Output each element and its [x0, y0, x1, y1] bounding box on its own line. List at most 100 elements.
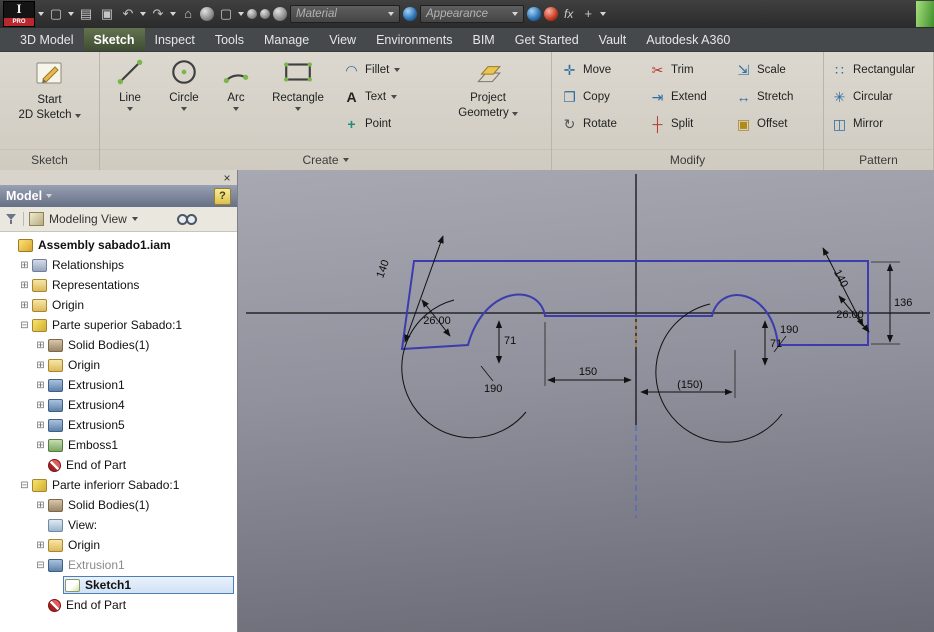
browser-title-caret[interactable] [46, 194, 53, 198]
start-2d-sketch-button[interactable]: Start 2D Sketch [14, 52, 84, 149]
tree-item-origin-3[interactable]: ⊞ Origin [0, 535, 237, 555]
tab-sketch[interactable]: Sketch [83, 28, 145, 51]
tree-item-end-of-part-1[interactable]: End of Part [0, 455, 237, 475]
tab-get-started[interactable]: Get Started [505, 28, 589, 51]
fillet-button[interactable]: ◠ Fillet [336, 56, 446, 83]
appearance-browser-orb[interactable] [527, 7, 541, 21]
copy-button[interactable]: ❐ Copy [554, 83, 642, 110]
browser-close-button[interactable]: × [221, 172, 233, 184]
panel-label-modify[interactable]: Modify [552, 149, 823, 170]
selected-item-highlight[interactable]: Sketch1 [63, 576, 234, 594]
render-style-button[interactable] [200, 7, 214, 21]
tree-item-relationships[interactable]: ⊞ Relationships [0, 255, 237, 275]
rotate-button[interactable]: ↻ Rotate [554, 110, 642, 137]
link-tool-icon[interactable] [247, 9, 257, 19]
offset-button[interactable]: ▣ Offset [728, 110, 822, 137]
expand-toggle[interactable]: ⊞ [34, 540, 47, 551]
redo-caret[interactable] [170, 12, 176, 16]
undo-caret[interactable] [140, 12, 146, 16]
tree-item-parte-inferiorr[interactable]: ⊟ Parte inferiorr Sabado:1 [0, 475, 237, 495]
expand-toggle[interactable]: ⊟ [34, 560, 47, 571]
tree-item-view[interactable]: View: [0, 515, 237, 535]
tab-3d-model[interactable]: 3D Model [10, 28, 84, 51]
stretch-button[interactable]: ↔ Stretch [728, 83, 822, 110]
redo-button[interactable]: ↷ [149, 4, 167, 24]
tree-item-extrusion1-upper[interactable]: ⊞ Extrusion1 [0, 375, 237, 395]
fillet-dropdown-caret[interactable] [394, 67, 401, 72]
modeling-view-caret[interactable] [131, 217, 138, 221]
tree-item-representations[interactable]: ⊞ Representations [0, 275, 237, 295]
tree-item-origin-1[interactable]: ⊞ Origin [0, 295, 237, 315]
modeling-view-label[interactable]: Modeling View [49, 212, 127, 226]
arc-dropdown-caret[interactable] [233, 107, 239, 111]
text-button[interactable]: A Text [336, 83, 446, 110]
panel-create-caret[interactable] [342, 158, 349, 162]
dim-150[interactable]: 150 [544, 322, 632, 386]
material-combobox-caret[interactable] [388, 12, 394, 16]
point-button[interactable]: + Point [336, 110, 446, 137]
tab-environments[interactable]: Environments [366, 28, 462, 51]
undo-button[interactable]: ↶ [119, 4, 137, 24]
dim-190-left[interactable]: 190 [480, 365, 502, 395]
appearance-combobox[interactable]: Appearance [420, 5, 524, 23]
joint-tool-icon[interactable] [260, 9, 270, 19]
rectangle-button[interactable]: Rectangle [260, 52, 336, 149]
expand-toggle[interactable]: ⊞ [18, 260, 31, 271]
inventor-logo[interactable]: I PRO [3, 1, 35, 27]
arc-button[interactable]: Arc [212, 52, 260, 149]
move-button[interactable]: ✛ Move [554, 56, 642, 83]
extend-button[interactable]: ⇥ Extend [642, 83, 728, 110]
scale-button[interactable]: ⇲ Scale [728, 56, 822, 83]
search-binoculars-icon[interactable] [176, 213, 197, 225]
tab-bim[interactable]: BIM [463, 28, 505, 51]
tab-manage[interactable]: Manage [254, 28, 319, 51]
quick-access-add-button[interactable]: + [579, 4, 597, 24]
panel-label-sketch[interactable]: Sketch [0, 149, 99, 170]
expand-toggle[interactable]: ⊞ [34, 420, 47, 431]
dim-26-left[interactable]: 26.00 [421, 299, 451, 337]
open-button[interactable]: ▤ [77, 4, 95, 24]
expand-toggle[interactable]: ⊞ [34, 500, 47, 511]
dimension-arc-left[interactable] [401, 299, 527, 439]
trim-button[interactable]: ✂ Trim [642, 56, 728, 83]
tree-item-extrusion1-lower[interactable]: ⊟ Extrusion1 [0, 555, 237, 575]
rectangle-dropdown-caret[interactable] [295, 107, 301, 111]
line-dropdown-caret[interactable] [127, 107, 133, 111]
new-document-button[interactable]: ▢ [47, 4, 65, 24]
tree-item-solid-bodies-1[interactable]: ⊞ Solid Bodies(1) [0, 335, 237, 355]
dim-136[interactable]: 136 [871, 261, 912, 345]
tab-view[interactable]: View [319, 28, 366, 51]
circular-pattern-button[interactable]: ✳ Circular [824, 83, 922, 110]
tree-item-end-of-part-2[interactable]: End of Part [0, 595, 237, 615]
tree-item-extrusion5[interactable]: ⊞ Extrusion5 [0, 415, 237, 435]
circle-button[interactable]: Circle [156, 52, 212, 149]
circle-dropdown-caret[interactable] [181, 107, 187, 111]
adjust-material-orb[interactable] [403, 7, 417, 21]
tree-item-parte-superior[interactable]: ⊟ Parte superior Sabado:1 [0, 315, 237, 335]
dim-150-reference[interactable]: (150) [640, 350, 736, 398]
save-button[interactable]: ▣ [98, 4, 116, 24]
parameters-fx-button[interactable]: fx [561, 7, 576, 21]
expand-toggle[interactable]: ⊞ [34, 380, 47, 391]
dim-71-left[interactable]: 71 [495, 320, 516, 364]
appearance-combobox-caret[interactable] [512, 12, 518, 16]
selection-filter-caret[interactable] [238, 12, 244, 16]
browser-help-button[interactable]: ? [214, 187, 231, 205]
panel-label-pattern[interactable]: Pattern [824, 149, 933, 170]
tree-item-sketch1[interactable]: Sketch1 [0, 575, 237, 595]
project-geometry-button[interactable]: Project Geometry [446, 52, 530, 149]
dim-26-right[interactable]: 26.00 [836, 295, 870, 333]
selection-filter-button[interactable]: ▢ [217, 4, 235, 24]
expand-toggle[interactable]: ⊞ [34, 340, 47, 351]
text-dropdown-caret[interactable] [391, 94, 398, 99]
expand-toggle[interactable]: ⊟ [18, 320, 31, 331]
tab-inspect[interactable]: Inspect [145, 28, 205, 51]
expand-toggle[interactable]: ⊞ [18, 300, 31, 311]
tree-item-extrusion4[interactable]: ⊞ Extrusion4 [0, 395, 237, 415]
app-menu-caret[interactable] [38, 12, 44, 16]
home-button[interactable]: ⌂ [179, 4, 197, 24]
project-geometry-caret[interactable] [511, 111, 518, 116]
tree-item-assembly[interactable]: Assembly sabado1.iam [0, 235, 237, 255]
web-help-globe-icon[interactable] [273, 7, 287, 21]
clear-overrides-orb[interactable] [544, 7, 558, 21]
